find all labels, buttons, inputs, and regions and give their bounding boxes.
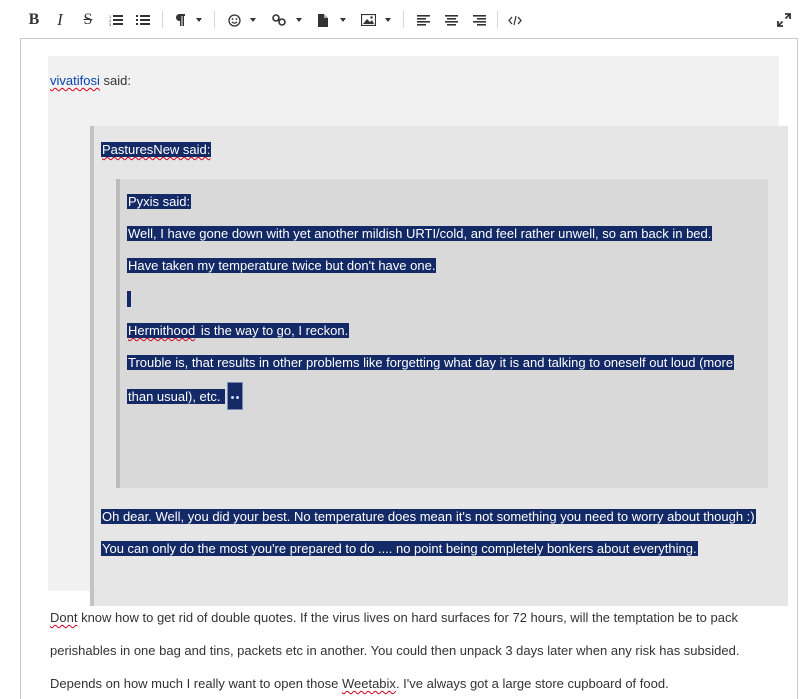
chevron-down-icon[interactable] bbox=[250, 18, 256, 22]
quote-paragraph: Well, I have gone down with yet another … bbox=[127, 225, 713, 243]
quote-paragraph: Hermithood is the way to go, I reckon. bbox=[127, 322, 350, 340]
code-view-icon bbox=[508, 15, 522, 25]
reply-text: know how to get rid of double quotes. If… bbox=[77, 610, 738, 625]
quote-author-line: Pyxis said: bbox=[127, 193, 192, 211]
blockquote-level-1: vivatifosi said: PasturesNew said: Pyxis… bbox=[48, 56, 788, 606]
quote-author-link[interactable]: vivatifosi bbox=[50, 73, 100, 88]
insert-file-button[interactable] bbox=[316, 8, 330, 32]
quote-text: than usual), etc. bbox=[127, 389, 226, 404]
italic-icon: I bbox=[57, 10, 63, 29]
paragraph-format-button[interactable] bbox=[173, 8, 187, 32]
svg-text:3: 3 bbox=[109, 22, 112, 26]
insert-link-button[interactable] bbox=[271, 8, 287, 32]
reply-text: perishables in one bag and tins, packets… bbox=[50, 643, 740, 658]
reply-text: Dont bbox=[50, 610, 78, 625]
quote-text: You can only do the most you're prepared… bbox=[101, 541, 698, 556]
quote-text: Oh dear. Well, you did your best. No tem… bbox=[101, 509, 756, 524]
reply-text: Depends on how much I really want to ope… bbox=[50, 676, 342, 691]
blockquote-level-2: PasturesNew said: Pyxis said: Well, I ha… bbox=[90, 126, 788, 606]
quote-author-line: vivatifosi said: bbox=[50, 72, 131, 90]
quote-author-line: PasturesNew said: bbox=[101, 141, 212, 159]
strikethrough-button[interactable]: S bbox=[81, 8, 95, 32]
unordered-list-icon bbox=[136, 15, 150, 25]
toolbar-separator bbox=[403, 11, 404, 28]
chevron-down-icon[interactable] bbox=[196, 18, 202, 22]
ordered-list-icon: 1 2 3 bbox=[109, 14, 123, 26]
insert-image-icon bbox=[360, 14, 376, 26]
blockquote-level-3: Pyxis said: Well, I have gone down with … bbox=[116, 179, 768, 488]
reply-text: Weetabix bbox=[341, 676, 396, 691]
quote-author: PasturesNew said: bbox=[101, 142, 212, 157]
reply-paragraph: Dont know how to get rid of double quote… bbox=[50, 609, 738, 627]
italic-button[interactable]: I bbox=[54, 8, 66, 32]
chevron-down-icon[interactable] bbox=[296, 18, 302, 22]
fullscreen-icon bbox=[777, 13, 791, 27]
quote-text: Hermithood bbox=[127, 323, 197, 338]
quote-paragraph: Oh dear. Well, you did your best. No tem… bbox=[101, 508, 756, 526]
quote-text: is the way to go, I reckon. bbox=[196, 323, 350, 338]
chevron-down-icon[interactable] bbox=[340, 18, 346, 22]
code-view-button[interactable] bbox=[507, 8, 523, 32]
toolbar-separator bbox=[497, 11, 498, 28]
paragraph-format-icon bbox=[175, 14, 185, 26]
insert-image-button[interactable] bbox=[360, 8, 376, 32]
unordered-list-button[interactable] bbox=[135, 8, 151, 32]
strikethrough-icon: S bbox=[83, 11, 93, 28]
empty-paragraph bbox=[127, 289, 131, 307]
align-left-icon bbox=[416, 14, 430, 26]
chevron-down-icon[interactable] bbox=[385, 18, 391, 22]
fullscreen-button[interactable] bbox=[776, 8, 792, 32]
emoji-button[interactable] bbox=[227, 8, 241, 32]
editor-toolbar: B I S 1 2 3 bbox=[0, 0, 811, 40]
align-right-icon bbox=[472, 14, 486, 26]
bold-button[interactable]: B bbox=[27, 8, 41, 32]
quote-text: Well, I have gone down with yet another … bbox=[127, 226, 713, 241]
align-center-icon bbox=[444, 14, 458, 26]
quote-paragraph: Have taken my temperature twice but don'… bbox=[127, 257, 437, 275]
editor-content[interactable]: vivatifosi said: PasturesNew said: Pyxis… bbox=[20, 38, 798, 699]
quote-paragraph: You can only do the most you're prepared… bbox=[101, 540, 698, 558]
emoji-image-icon bbox=[227, 382, 244, 410]
quote-text: Have taken my temperature twice but don'… bbox=[127, 258, 437, 273]
reply-text: . I've always got a large store cupboard… bbox=[395, 676, 669, 691]
bold-icon: B bbox=[28, 11, 40, 28]
emoji-icon bbox=[227, 13, 241, 27]
toolbar-separator bbox=[162, 11, 163, 28]
reply-paragraph: Depends on how much I really want to ope… bbox=[50, 675, 669, 693]
quote-paragraph: than usual), etc. bbox=[127, 382, 244, 410]
link-icon bbox=[272, 14, 286, 26]
align-center-button[interactable] bbox=[444, 8, 458, 32]
quote-paragraph: Trouble is, that results in other proble… bbox=[127, 354, 735, 372]
align-left-button[interactable] bbox=[416, 8, 430, 32]
quote-text: Trouble is, that results in other proble… bbox=[127, 355, 735, 370]
insert-file-icon bbox=[318, 13, 328, 27]
align-right-button[interactable] bbox=[472, 8, 486, 32]
quote-said-label: said: bbox=[99, 73, 131, 88]
selection-marker bbox=[127, 290, 131, 307]
ordered-list-button[interactable]: 1 2 3 bbox=[108, 8, 124, 32]
quote-author: Pyxis said: bbox=[127, 194, 192, 209]
reply-paragraph: perishables in one bag and tins, packets… bbox=[50, 642, 739, 660]
toolbar-separator bbox=[214, 11, 215, 28]
